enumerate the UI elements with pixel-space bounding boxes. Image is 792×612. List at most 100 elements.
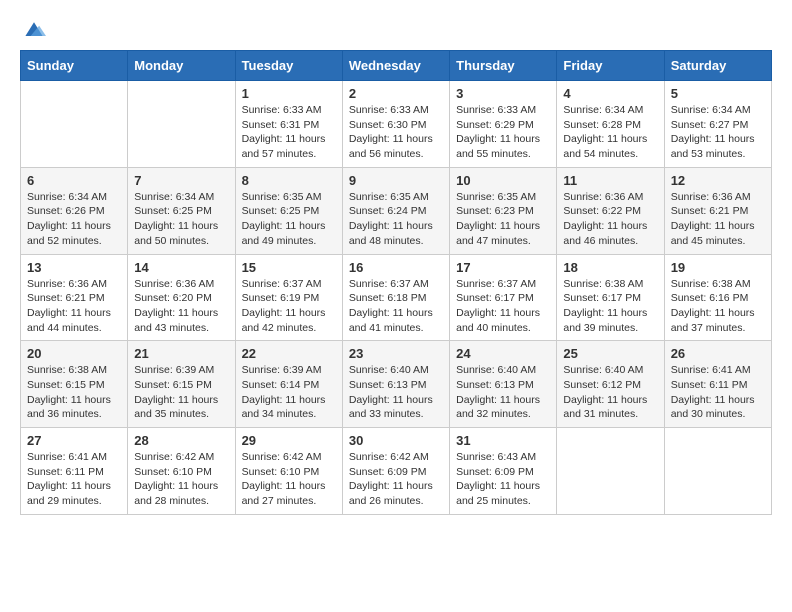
- day-info: Sunrise: 6:33 AM Sunset: 6:29 PM Dayligh…: [456, 103, 550, 162]
- calendar-cell: [557, 428, 664, 515]
- day-number: 16: [349, 260, 443, 275]
- day-number: 22: [242, 346, 336, 361]
- calendar-cell: 30 Sunrise: 6:42 AM Sunset: 6:09 PM Dayli…: [342, 428, 449, 515]
- day-number: 24: [456, 346, 550, 361]
- day-info: Sunrise: 6:37 AM Sunset: 6:18 PM Dayligh…: [349, 277, 443, 336]
- logo: [20, 20, 46, 34]
- day-info: Sunrise: 6:38 AM Sunset: 6:17 PM Dayligh…: [563, 277, 657, 336]
- calendar-cell: 21 Sunrise: 6:39 AM Sunset: 6:15 PM Dayli…: [128, 341, 235, 428]
- day-number: 9: [349, 173, 443, 188]
- day-info: Sunrise: 6:35 AM Sunset: 6:25 PM Dayligh…: [242, 190, 336, 249]
- calendar-cell: 24 Sunrise: 6:40 AM Sunset: 6:13 PM Dayli…: [450, 341, 557, 428]
- calendar-cell: 26 Sunrise: 6:41 AM Sunset: 6:11 PM Dayli…: [664, 341, 771, 428]
- calendar-cell: 31Sunrise: 6:43 AM Sunset: 6:09 PM Dayli…: [450, 428, 557, 515]
- logo-icon: [22, 20, 46, 40]
- calendar-cell: 2 Sunrise: 6:33 AM Sunset: 6:30 PM Daylig…: [342, 81, 449, 168]
- calendar-week-row: 13 Sunrise: 6:36 AM Sunset: 6:21 PM Dayli…: [21, 254, 772, 341]
- day-number: 28: [134, 433, 228, 448]
- day-info: Sunrise: 6:36 AM Sunset: 6:22 PM Dayligh…: [563, 190, 657, 249]
- day-info: Sunrise: 6:39 AM Sunset: 6:15 PM Dayligh…: [134, 363, 228, 422]
- day-number: 11: [563, 173, 657, 188]
- day-number: 20: [27, 346, 121, 361]
- column-header-sunday: Sunday: [21, 51, 128, 81]
- calendar-body: 1 Sunrise: 6:33 AM Sunset: 6:31 PM Daylig…: [21, 81, 772, 515]
- calendar-cell: 17 Sunrise: 6:37 AM Sunset: 6:17 PM Dayli…: [450, 254, 557, 341]
- day-number: 7: [134, 173, 228, 188]
- day-number: 6: [27, 173, 121, 188]
- calendar-header: SundayMondayTuesdayWednesdayThursdayFrid…: [21, 51, 772, 81]
- calendar-cell: 27 Sunrise: 6:41 AM Sunset: 6:11 PM Dayli…: [21, 428, 128, 515]
- day-info: Sunrise: 6:34 AM Sunset: 6:28 PM Dayligh…: [563, 103, 657, 162]
- day-info: Sunrise: 6:35 AM Sunset: 6:23 PM Dayligh…: [456, 190, 550, 249]
- column-header-friday: Friday: [557, 51, 664, 81]
- calendar-cell: 3 Sunrise: 6:33 AM Sunset: 6:29 PM Daylig…: [450, 81, 557, 168]
- day-number: 29: [242, 433, 336, 448]
- day-info: Sunrise: 6:33 AM Sunset: 6:31 PM Dayligh…: [242, 103, 336, 162]
- column-header-thursday: Thursday: [450, 51, 557, 81]
- calendar-cell: 12Sunrise: 6:36 AM Sunset: 6:21 PM Dayli…: [664, 167, 771, 254]
- calendar-cell: 20 Sunrise: 6:38 AM Sunset: 6:15 PM Dayli…: [21, 341, 128, 428]
- day-number: 23: [349, 346, 443, 361]
- calendar-cell: 29Sunrise: 6:42 AM Sunset: 6:10 PM Dayli…: [235, 428, 342, 515]
- day-number: 8: [242, 173, 336, 188]
- day-info: Sunrise: 6:42 AM Sunset: 6:10 PM Dayligh…: [134, 450, 228, 509]
- day-number: 25: [563, 346, 657, 361]
- calendar-week-row: 20 Sunrise: 6:38 AM Sunset: 6:15 PM Dayli…: [21, 341, 772, 428]
- day-number: 10: [456, 173, 550, 188]
- day-info: Sunrise: 6:37 AM Sunset: 6:19 PM Dayligh…: [242, 277, 336, 336]
- day-number: 13: [27, 260, 121, 275]
- day-number: 2: [349, 86, 443, 101]
- day-info: Sunrise: 6:40 AM Sunset: 6:12 PM Dayligh…: [563, 363, 657, 422]
- column-header-tuesday: Tuesday: [235, 51, 342, 81]
- calendar-cell: 11 Sunrise: 6:36 AM Sunset: 6:22 PM Dayli…: [557, 167, 664, 254]
- calendar-cell: 23 Sunrise: 6:40 AM Sunset: 6:13 PM Dayli…: [342, 341, 449, 428]
- day-number: 15: [242, 260, 336, 275]
- day-number: 31: [456, 433, 550, 448]
- calendar-cell: 6Sunrise: 6:34 AM Sunset: 6:26 PM Daylig…: [21, 167, 128, 254]
- day-number: 3: [456, 86, 550, 101]
- calendar-cell: 9 Sunrise: 6:35 AM Sunset: 6:24 PM Daylig…: [342, 167, 449, 254]
- calendar-cell: 19 Sunrise: 6:38 AM Sunset: 6:16 PM Dayli…: [664, 254, 771, 341]
- calendar-cell: 1 Sunrise: 6:33 AM Sunset: 6:31 PM Daylig…: [235, 81, 342, 168]
- day-number: 14: [134, 260, 228, 275]
- day-number: 19: [671, 260, 765, 275]
- day-number: 21: [134, 346, 228, 361]
- day-number: 17: [456, 260, 550, 275]
- day-info: Sunrise: 6:34 AM Sunset: 6:27 PM Dayligh…: [671, 103, 765, 162]
- calendar-cell: 5 Sunrise: 6:34 AM Sunset: 6:27 PM Daylig…: [664, 81, 771, 168]
- day-number: 12: [671, 173, 765, 188]
- calendar-cell: 16 Sunrise: 6:37 AM Sunset: 6:18 PM Dayli…: [342, 254, 449, 341]
- page-header: [20, 20, 772, 34]
- day-info: Sunrise: 6:33 AM Sunset: 6:30 PM Dayligh…: [349, 103, 443, 162]
- day-info: Sunrise: 6:41 AM Sunset: 6:11 PM Dayligh…: [671, 363, 765, 422]
- day-info: Sunrise: 6:37 AM Sunset: 6:17 PM Dayligh…: [456, 277, 550, 336]
- day-info: Sunrise: 6:34 AM Sunset: 6:25 PM Dayligh…: [134, 190, 228, 249]
- day-info: Sunrise: 6:36 AM Sunset: 6:21 PM Dayligh…: [27, 277, 121, 336]
- day-info: Sunrise: 6:36 AM Sunset: 6:20 PM Dayligh…: [134, 277, 228, 336]
- calendar-week-row: 1 Sunrise: 6:33 AM Sunset: 6:31 PM Daylig…: [21, 81, 772, 168]
- column-header-monday: Monday: [128, 51, 235, 81]
- calendar-week-row: 6Sunrise: 6:34 AM Sunset: 6:26 PM Daylig…: [21, 167, 772, 254]
- header-row: SundayMondayTuesdayWednesdayThursdayFrid…: [21, 51, 772, 81]
- day-info: Sunrise: 6:38 AM Sunset: 6:15 PM Dayligh…: [27, 363, 121, 422]
- day-info: Sunrise: 6:35 AM Sunset: 6:24 PM Dayligh…: [349, 190, 443, 249]
- day-number: 1: [242, 86, 336, 101]
- day-info: Sunrise: 6:40 AM Sunset: 6:13 PM Dayligh…: [349, 363, 443, 422]
- day-number: 26: [671, 346, 765, 361]
- day-number: 5: [671, 86, 765, 101]
- day-info: Sunrise: 6:38 AM Sunset: 6:16 PM Dayligh…: [671, 277, 765, 336]
- day-info: Sunrise: 6:42 AM Sunset: 6:09 PM Dayligh…: [349, 450, 443, 509]
- calendar-cell: 7 Sunrise: 6:34 AM Sunset: 6:25 PM Daylig…: [128, 167, 235, 254]
- calendar-cell: 15 Sunrise: 6:37 AM Sunset: 6:19 PM Dayli…: [235, 254, 342, 341]
- day-info: Sunrise: 6:40 AM Sunset: 6:13 PM Dayligh…: [456, 363, 550, 422]
- calendar-cell: 25 Sunrise: 6:40 AM Sunset: 6:12 PM Dayli…: [557, 341, 664, 428]
- calendar-cell: 28 Sunrise: 6:42 AM Sunset: 6:10 PM Dayli…: [128, 428, 235, 515]
- calendar-table: SundayMondayTuesdayWednesdayThursdayFrid…: [20, 50, 772, 515]
- calendar-cell: 13 Sunrise: 6:36 AM Sunset: 6:21 PM Dayli…: [21, 254, 128, 341]
- day-info: Sunrise: 6:41 AM Sunset: 6:11 PM Dayligh…: [27, 450, 121, 509]
- calendar-week-row: 27 Sunrise: 6:41 AM Sunset: 6:11 PM Dayli…: [21, 428, 772, 515]
- column-header-saturday: Saturday: [664, 51, 771, 81]
- calendar-cell: 4Sunrise: 6:34 AM Sunset: 6:28 PM Daylig…: [557, 81, 664, 168]
- day-number: 27: [27, 433, 121, 448]
- day-number: 30: [349, 433, 443, 448]
